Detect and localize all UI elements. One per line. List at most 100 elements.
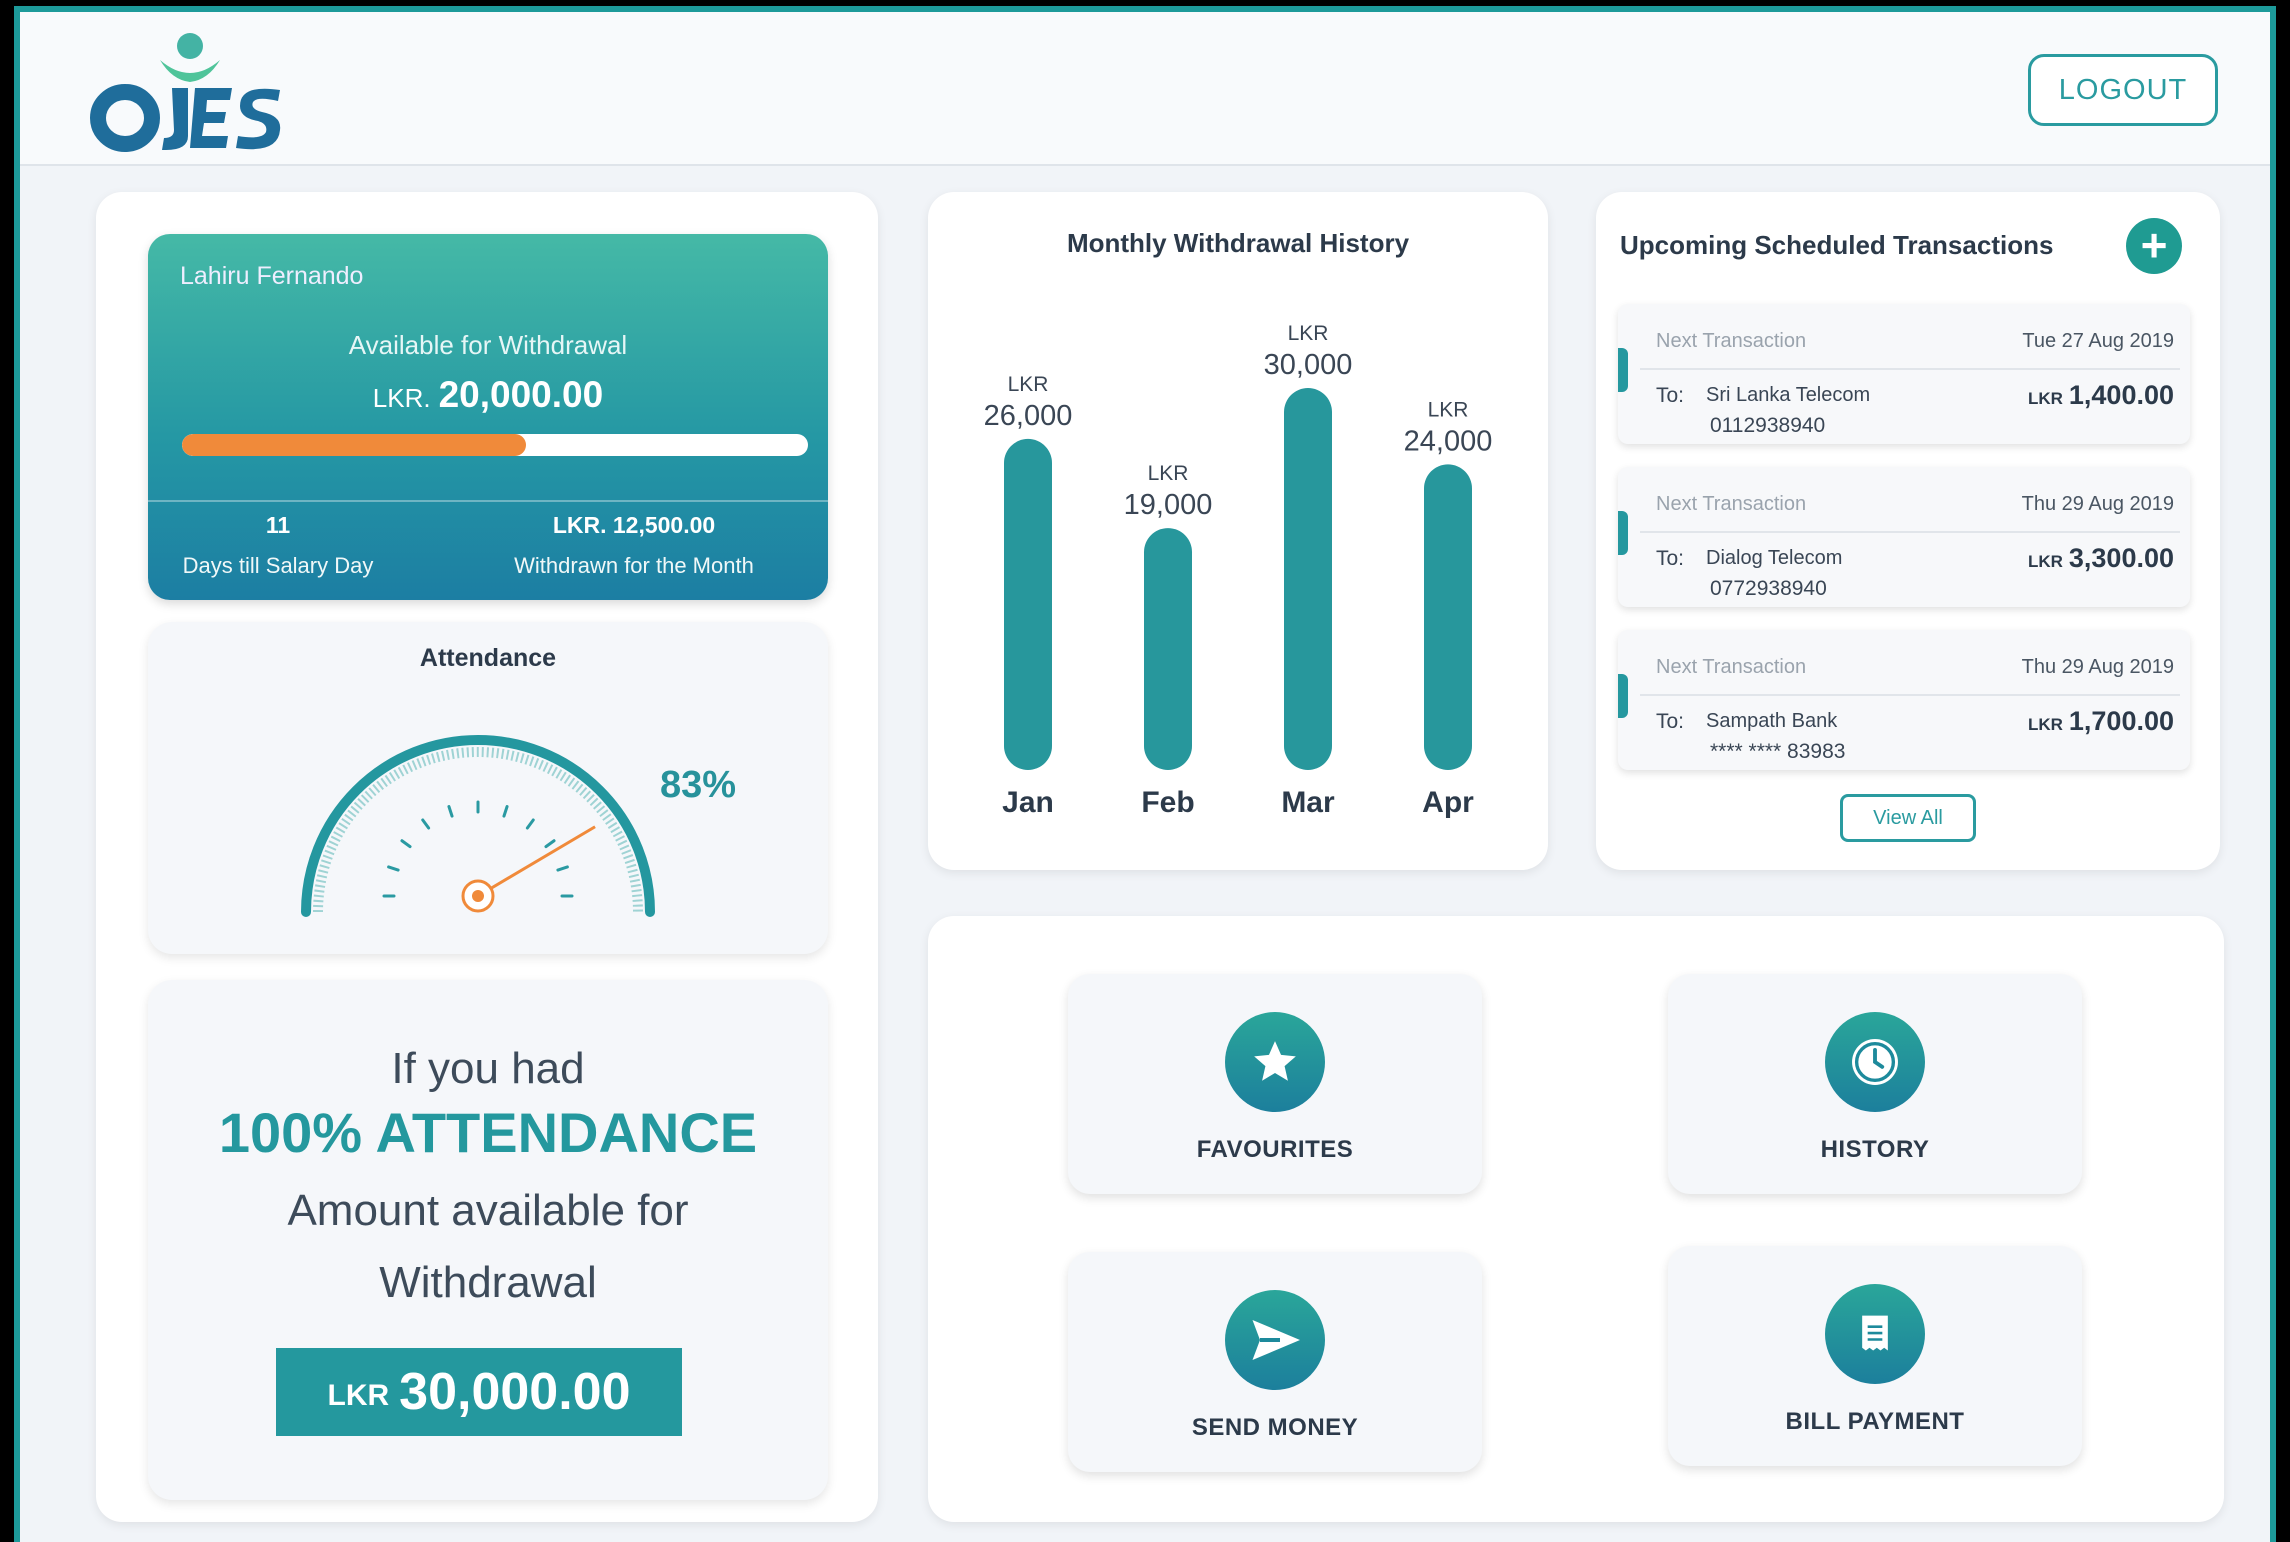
category-label: Apr <box>1422 786 1474 819</box>
promo-currency: LKR <box>327 1379 390 1412</box>
send-icon <box>1225 1290 1325 1390</box>
promo-line-4: Withdrawal <box>379 1258 597 1307</box>
favourites-button[interactable]: FAVOURITES <box>1068 974 1482 1194</box>
bar-value-label: 19,000 <box>1124 489 1213 521</box>
bar-value-label: 24,000 <box>1404 425 1493 457</box>
withdrawal-progress-bar <box>182 434 808 456</box>
transaction-date: Thu 29 Aug 2019 <box>2021 656 2174 678</box>
transaction-date: Tue 27 Aug 2019 <box>2022 330 2174 352</box>
bar-unit-label: LKR <box>1288 322 1329 345</box>
withdrawn-for-month: LKR. 12,500.00 Withdrawn for the Month <box>482 512 786 579</box>
available-value: 20,000.00 <box>438 374 604 415</box>
amount-value: 1,400.00 <box>2068 380 2174 410</box>
top-bar: LOGOUT <box>20 12 2270 166</box>
scheduled-transactions-panel: Upcoming Scheduled Transactions + Next T… <box>1596 192 2220 870</box>
transaction-tab-marker <box>1618 674 1628 718</box>
attendance-percent: 83% <box>660 764 737 806</box>
app-frame: LOGOUT Lahiru Fernando Available for Wit… <box>14 6 2276 1542</box>
promo-amount: 30,000.00 <box>399 1363 631 1421</box>
bill-payment-button[interactable]: BILL PAYMENT <box>1668 1246 2082 1466</box>
next-transaction-label: Next Transaction <box>1656 330 1807 352</box>
promo-line-1: If you had <box>391 1044 585 1093</box>
transaction-date: Thu 29 Aug 2019 <box>2021 493 2174 515</box>
bar-unit-label: LKR <box>1148 462 1189 485</box>
transaction-divider <box>1640 531 2180 533</box>
days-value: 11 <box>265 512 291 538</box>
attendance-promo-card: If you had 100% ATTENDANCE Amount availa… <box>148 980 828 1500</box>
history-label: HISTORY <box>1820 1136 1930 1163</box>
promo-headline: 100% ATTENDANCE <box>218 1101 758 1164</box>
transaction-amount: LKR 3,300.00 <box>2028 543 2174 574</box>
logout-button[interactable]: LOGOUT <box>2028 54 2218 126</box>
gauge-tick <box>502 805 509 818</box>
bar-unit-label: LKR <box>1008 373 1049 396</box>
bar-value-label: 26,000 <box>984 400 1073 432</box>
clock-icon <box>1825 1012 1925 1112</box>
withdrawal-chart-panel: Monthly Withdrawal History LKR 26,000 Jan L… <box>928 192 1548 870</box>
amount-value: 1,700.00 <box>2068 706 2174 736</box>
plus-icon: + <box>2140 219 2168 271</box>
category-label: Jan <box>1002 786 1054 819</box>
payee-name: Sri Lanka Telecom <box>1706 384 1871 406</box>
available-amount: LKR. 20,000.00 <box>148 374 828 416</box>
send-money-button[interactable]: SEND MONEY <box>1068 1252 1482 1472</box>
category-label: Feb <box>1141 786 1194 819</box>
bar-value-label: 30,000 <box>1264 349 1353 381</box>
withdrawn-value: LKR. 12,500.00 <box>552 512 716 538</box>
add-transaction-button[interactable]: + <box>2126 218 2182 274</box>
transaction-card[interactable]: Next Transaction Thu 29 Aug 2019 To: Dia… <box>1618 467 2190 607</box>
payee-name: Dialog Telecom <box>1706 547 1843 569</box>
attendance-card: Attendance 83% <box>148 622 828 954</box>
transaction-card[interactable]: Next Transaction Tue 27 Aug 2019 To: Sri… <box>1618 304 2190 444</box>
amount-value: 3,300.00 <box>2068 543 2174 573</box>
star-icon <box>1225 1012 1325 1112</box>
gauge-tick <box>556 865 569 872</box>
gauge-tick <box>544 839 556 849</box>
transaction-amount: LKR 1,700.00 <box>2028 706 2174 737</box>
gauge-needle <box>477 825 596 898</box>
transaction-divider <box>1640 694 2180 696</box>
view-all-button[interactable]: View All <box>1840 794 1976 842</box>
withdrawal-progress-fill <box>182 434 527 456</box>
gauge-tick <box>421 818 431 830</box>
withdrawn-label: Withdrawn for the Month <box>514 553 754 578</box>
bar-apr[interactable] <box>1424 464 1472 770</box>
promo-line-3: Amount available for <box>287 1186 689 1235</box>
bar-jan[interactable] <box>1004 438 1052 770</box>
category-label: Mar <box>1281 786 1335 819</box>
days-till-salary: 11 Days till Salary Day <box>178 512 378 579</box>
bar-feb[interactable] <box>1144 528 1192 770</box>
favourites-label: FAVOURITES <box>1196 1136 1354 1163</box>
available-label: Available for Withdrawal <box>348 330 628 360</box>
amount-currency: LKR <box>2027 715 2063 734</box>
payee-account: 0112938940 <box>1710 414 1826 437</box>
gauge-tick <box>525 818 535 830</box>
payee-account: 0772938940 <box>1710 577 1827 600</box>
transaction-tab-marker <box>1618 348 1628 392</box>
payee-account: **** **** 83983 <box>1710 740 1846 763</box>
next-transaction-label: Next Transaction <box>1656 656 1807 678</box>
user-name: Lahiru Fernando <box>180 262 364 290</box>
available-currency: LKR. <box>372 383 431 413</box>
gauge-tick <box>400 839 412 849</box>
withdrawal-bar-chart: LKR 26,000 Jan LKR 19,000 Feb LKR 30,000 Mar LKR 2… <box>984 322 1493 819</box>
transaction-divider <box>1640 368 2180 370</box>
scheduled-title: Upcoming Scheduled Transactions <box>1620 230 2054 260</box>
receipt-icon <box>1825 1284 1925 1384</box>
days-label: Days till Salary Day <box>182 553 374 578</box>
oyes-logo <box>90 33 281 152</box>
bill-payment-label: BILL PAYMENT <box>1785 1408 1965 1435</box>
transaction-card[interactable]: Next Transaction Thu 29 Aug 2019 To: Sam… <box>1618 630 2190 770</box>
send-money-label: SEND MONEY <box>1191 1414 1359 1441</box>
to-label: To: <box>1656 710 1685 733</box>
quick-actions-panel: FAVOURITES HISTORY SEND MONEY BILL PAYME… <box>928 916 2224 1522</box>
history-button[interactable]: HISTORY <box>1668 974 2082 1194</box>
payee-name: Sampath Bank <box>1706 710 1838 732</box>
promo-amount-box: LKR 30,000.00 <box>276 1348 682 1436</box>
amount-currency: LKR <box>2027 389 2063 408</box>
amount-currency: LKR <box>2027 552 2063 571</box>
transaction-tab-marker <box>1618 511 1628 555</box>
card-divider <box>148 500 828 502</box>
bar-mar[interactable] <box>1284 388 1332 770</box>
next-transaction-label: Next Transaction <box>1656 493 1807 515</box>
